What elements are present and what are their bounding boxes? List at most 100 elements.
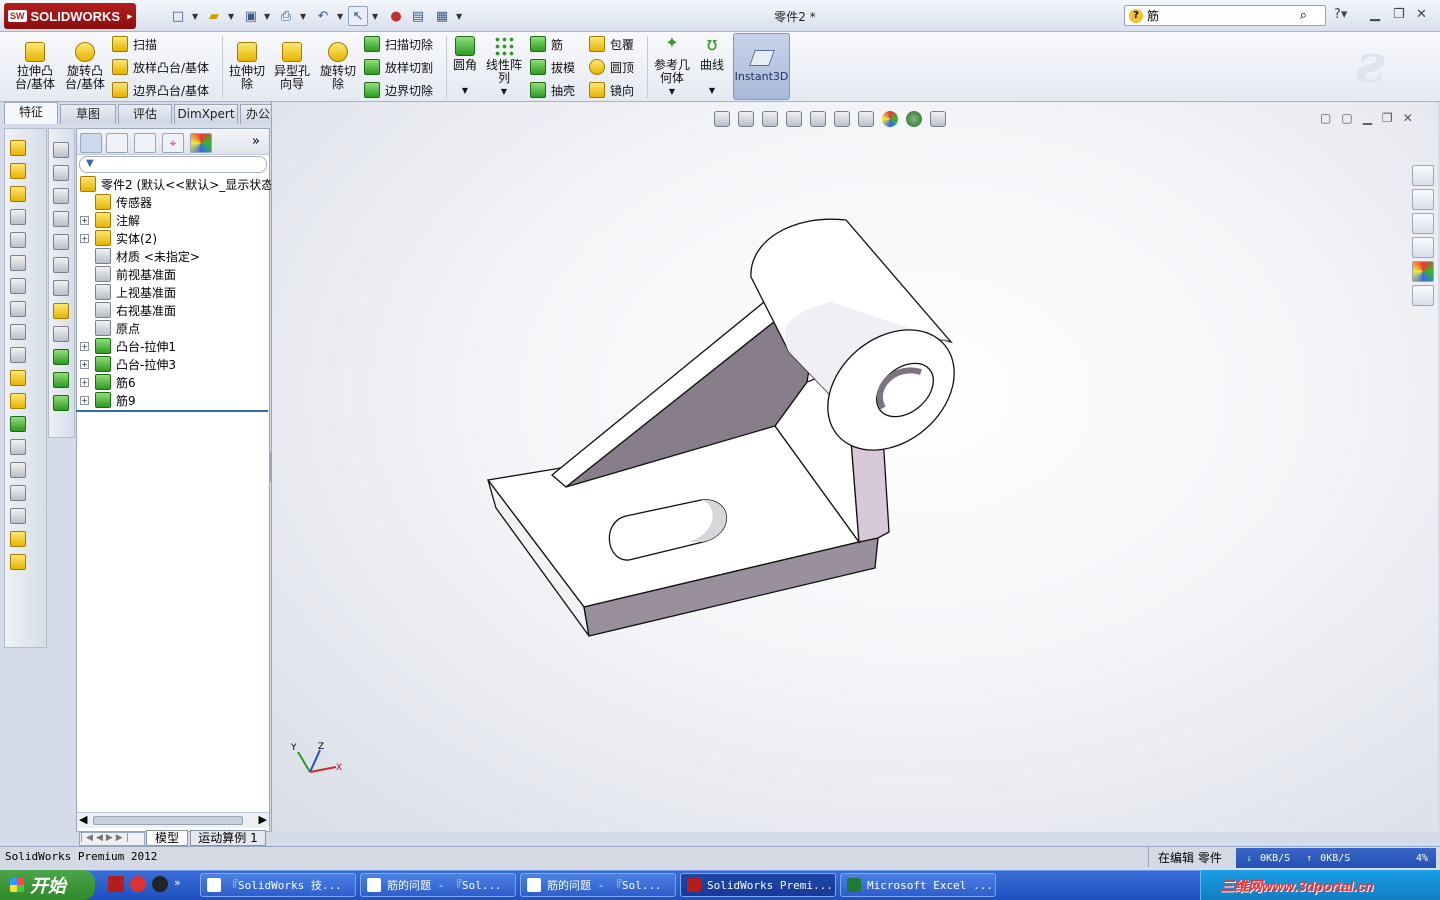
chamfer-icon[interactable]	[10, 324, 26, 340]
scroll-left-icon[interactable]: ◀	[79, 813, 87, 826]
taskbar-item-active[interactable]: SolidWorks Premi...	[680, 873, 836, 897]
revolve-cut-button[interactable]: 旋转切 除	[317, 42, 359, 91]
chevron-down-icon[interactable]: ▼	[462, 84, 468, 97]
options-icon[interactable]: ▦	[432, 6, 452, 26]
cube-icon[interactable]	[53, 211, 69, 227]
chevron-down-icon[interactable]: ▼	[337, 12, 343, 21]
file-properties-icon[interactable]: ▤	[408, 6, 428, 26]
tree-horizontal-scrollbar[interactable]: ◀ ▶	[77, 812, 269, 828]
scroll-right-icon[interactable]: ▶	[259, 813, 267, 826]
rebuild-icon[interactable]: ●	[386, 6, 406, 26]
boundary-boss-button[interactable]: 边界凸台/基体	[112, 80, 222, 100]
cube-icon[interactable]	[53, 234, 69, 250]
sketch-pen-icon[interactable]	[53, 303, 69, 319]
tree-item[interactable]: + 凸台-拉伸3	[80, 355, 176, 373]
tree-item[interactable]: + 凸台-拉伸1	[80, 337, 176, 355]
part-model[interactable]	[271, 102, 1438, 832]
sweep-button[interactable]: 扫描	[112, 34, 222, 54]
browser-launch-icon[interactable]	[130, 876, 146, 892]
cube-icon[interactable]	[53, 142, 69, 158]
open-folder-icon[interactable]: ▰	[204, 6, 224, 26]
new-document-icon[interactable]: □	[168, 6, 188, 26]
design-library-icon[interactable]	[1412, 189, 1434, 210]
chevron-down-icon[interactable]: ▼	[669, 85, 675, 98]
thicken-icon[interactable]	[10, 255, 26, 271]
chevron-down-icon[interactable]: ▼	[709, 84, 715, 97]
curves-button[interactable]: ʊ 曲线 ▼	[697, 36, 727, 97]
boss-icon[interactable]	[53, 372, 69, 388]
cube-icon[interactable]	[53, 165, 69, 181]
tree-item[interactable]: + 筋9	[80, 391, 136, 409]
expand-icon[interactable]: +	[80, 395, 89, 405]
tree-item[interactable]: 上视基准面	[80, 283, 176, 301]
insert-part-icon[interactable]	[10, 393, 26, 409]
print-icon[interactable]: ⎙	[276, 6, 296, 26]
chevron-down-icon[interactable]: ▼	[192, 12, 198, 21]
move-face-icon[interactable]	[10, 462, 26, 478]
custom-properties-icon[interactable]	[1412, 285, 1434, 306]
dimxpert-tab-icon[interactable]: ⌖	[162, 133, 184, 153]
taskbar-item[interactable]: 筋的问题 - 『Sol...	[520, 873, 676, 897]
wrap-button[interactable]: 包覆	[589, 34, 645, 54]
expand-icon[interactable]: +	[80, 341, 89, 351]
tree-item[interactable]: 原点	[80, 319, 140, 337]
feature-manager-tab-icon[interactable]	[80, 133, 102, 153]
extrude-cut-button[interactable]: 拉伸切 除	[226, 42, 268, 91]
display-manager-tab-icon[interactable]	[190, 133, 212, 153]
shell-button[interactable]: 抽壳	[530, 80, 586, 100]
delete-body-icon[interactable]	[10, 508, 26, 524]
qq-launch-icon[interactable]	[152, 876, 168, 892]
help-icon[interactable]: ?▾	[1334, 7, 1347, 22]
revolve-boss-button[interactable]: 旋转凸 台/基体	[62, 42, 108, 91]
chevron-down-icon[interactable]: ▼	[372, 12, 378, 21]
pattern-icon[interactable]	[10, 416, 26, 432]
loft-icon[interactable]	[10, 209, 26, 225]
configuration-manager-tab-icon[interactable]	[134, 133, 156, 153]
solidworks-resources-icon[interactable]	[1412, 165, 1434, 186]
taskbar-item[interactable]: 筋的问题 - 『Sol...	[360, 873, 516, 897]
expand-icon[interactable]: +	[80, 377, 89, 387]
expand-icon[interactable]: +	[80, 359, 89, 369]
hole-icon[interactable]	[10, 370, 26, 386]
chevron-down-icon[interactable]: ▼	[456, 12, 462, 21]
hole-wizard-button[interactable]: 异型孔 向导	[271, 42, 313, 91]
minimize-icon[interactable]: ▁	[1370, 7, 1380, 22]
cube-icon[interactable]	[53, 257, 69, 273]
save-icon[interactable]: ▣	[241, 6, 261, 26]
view-palette-icon[interactable]	[1412, 237, 1434, 258]
solidworks-logo[interactable]: SW SOLIDWORKS ▸	[4, 3, 136, 29]
search-input[interactable]: ? 筋 ⌕	[1124, 5, 1326, 26]
loft-cut-button[interactable]: 放样切割	[364, 57, 444, 77]
expand-icon[interactable]: +	[80, 215, 89, 225]
tree-filter-input[interactable]: ▼	[79, 156, 267, 173]
scroll-thumb[interactable]	[93, 816, 243, 825]
chevron-down-icon[interactable]: ▼	[501, 85, 507, 98]
tree-item[interactable]: + 注解	[80, 211, 140, 229]
dome-button[interactable]: 圆顶	[589, 57, 645, 77]
cube-icon[interactable]	[53, 280, 69, 296]
solidworks-launch-icon[interactable]	[108, 876, 124, 892]
intersect-icon[interactable]	[10, 554, 26, 570]
rib-button[interactable]: 筋	[530, 34, 586, 54]
start-button[interactable]: 开始	[0, 870, 95, 900]
select-pointer-icon[interactable]: ↖	[348, 6, 368, 26]
tree-item[interactable]: + 实体(2)	[80, 229, 157, 247]
cube-icon[interactable]	[53, 188, 69, 204]
undo-icon[interactable]: ↶	[313, 6, 333, 26]
tab-dimxpert[interactable]: DimXpert	[174, 104, 238, 124]
appearances-icon[interactable]	[1412, 261, 1434, 282]
boss-icon[interactable]	[53, 395, 69, 411]
restore-icon[interactable]: ❐	[1393, 7, 1405, 22]
tab-features[interactable]: 特征	[4, 102, 58, 124]
line-icon[interactable]	[53, 326, 69, 342]
boundary-icon[interactable]	[10, 232, 26, 248]
draft-button[interactable]: 拔模	[530, 57, 586, 77]
tree-item[interactable]: 右视基准面	[80, 301, 176, 319]
search-icon[interactable]: ⌕	[1300, 8, 1307, 23]
file-explorer-icon[interactable]	[1412, 213, 1434, 234]
sweep-cut-button[interactable]: 扫描切除	[364, 34, 444, 54]
split-icon[interactable]	[10, 485, 26, 501]
mirror-button[interactable]: 镜向	[589, 80, 645, 100]
rollback-bar[interactable]	[76, 410, 268, 412]
tree-root-part[interactable]: 零件2 (默认<<默认>_显示状态	[80, 175, 273, 193]
